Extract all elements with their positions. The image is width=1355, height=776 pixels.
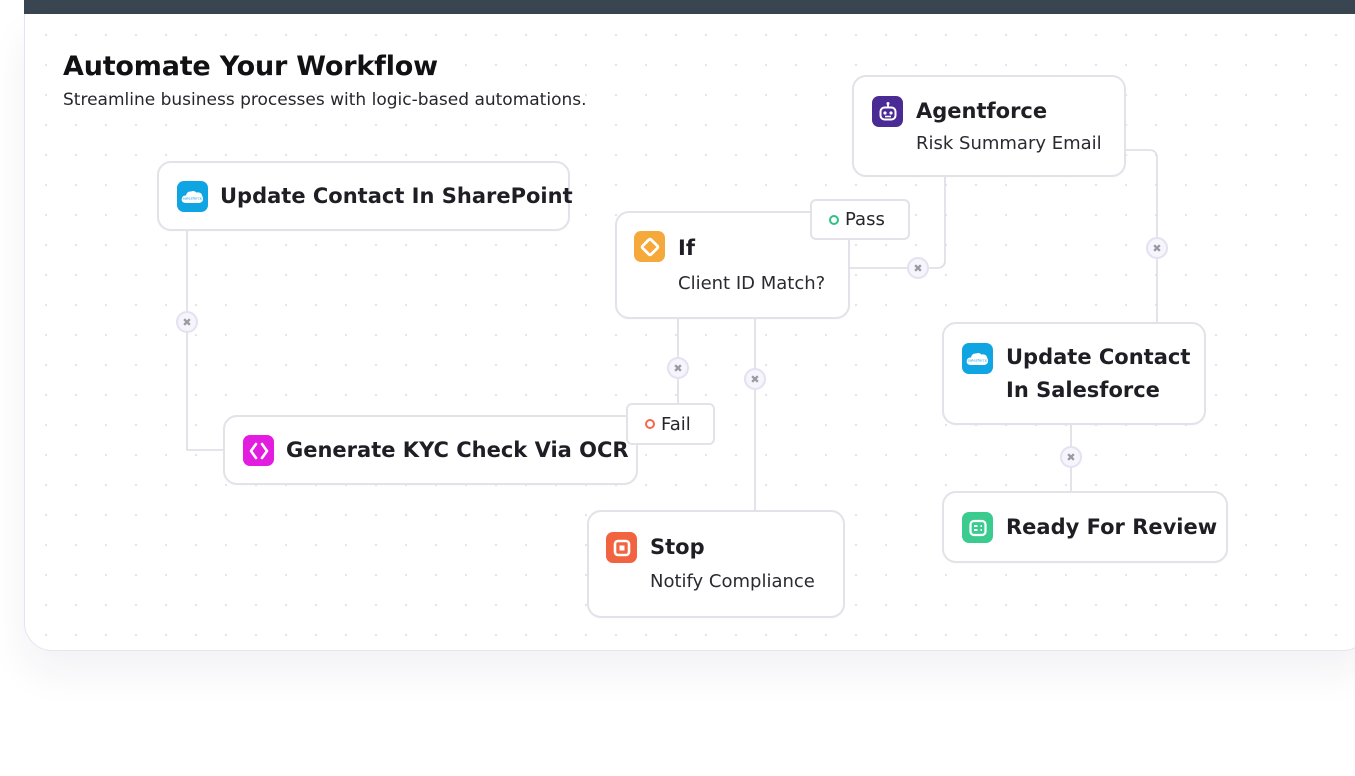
salesforce-cloud-icon: salesforce <box>177 181 208 212</box>
node-generate-kyc[interactable]: Generate KYC Check Via OCR <box>223 415 638 485</box>
connector-if-kyc[interactable]: ✖ <box>667 357 689 379</box>
wire-sharepoint-kyc <box>186 230 223 451</box>
connector-sharepoint-kyc[interactable]: ✖ <box>176 311 198 333</box>
fail-status-icon <box>645 419 655 429</box>
connector-if-agentforce[interactable]: ✖ <box>907 257 929 279</box>
pass-status-icon <box>829 214 839 225</box>
node-title-line-1: Update Contact <box>1006 345 1191 369</box>
fail-label: Fail <box>661 413 691 435</box>
node-title: Generate KYC Check Via OCR <box>286 438 629 462</box>
fail-badge: Fail <box>626 403 715 445</box>
connector-if-stop[interactable]: ✖ <box>744 368 766 390</box>
top-bar <box>24 0 1355 14</box>
node-subtitle: Notify Compliance <box>650 571 815 592</box>
robot-icon <box>872 96 903 127</box>
node-subtitle: Risk Summary Email <box>916 133 1102 154</box>
node-subtitle: Client ID Match? <box>678 273 826 294</box>
node-title: If <box>678 236 695 260</box>
node-update-contact-salesforce[interactable]: salesforce Update Contact In Salesforce <box>942 322 1206 425</box>
pass-label: Pass <box>845 209 885 230</box>
connector-agentforce-salesforce[interactable]: ✖ <box>1146 237 1168 259</box>
close-icon: ✖ <box>182 315 192 329</box>
node-agentforce[interactable]: Agentforce Risk Summary Email <box>852 75 1126 177</box>
close-icon: ✖ <box>673 361 683 375</box>
node-title: Agentforce <box>916 99 1048 123</box>
node-ready-for-review[interactable]: Ready For Review <box>942 491 1228 563</box>
node-title-line-2: In Salesforce <box>1006 378 1160 402</box>
diamond-icon <box>634 231 665 262</box>
stop-icon <box>606 532 637 563</box>
review-icon <box>962 512 993 543</box>
close-icon: ✖ <box>750 372 760 386</box>
pass-badge: Pass <box>810 199 910 240</box>
wire-agentforce-salesforce <box>1124 149 1158 322</box>
node-update-contact-sharepoint[interactable]: salesforce Update Contact In SharePoint <box>157 161 573 231</box>
salesforce-cloud-icon: salesforce <box>962 343 993 374</box>
workflow-canvas: Automate Your Workflow Streamline busine… <box>24 14 1355 651</box>
node-title: Stop <box>650 535 705 559</box>
close-icon: ✖ <box>1066 450 1076 464</box>
node-title: Ready For Review <box>1006 515 1218 539</box>
close-icon: ✖ <box>1152 241 1162 255</box>
close-icon: ✖ <box>913 261 923 275</box>
code-brackets-icon <box>243 435 274 466</box>
salesforce-logo-text: salesforce <box>968 357 988 362</box>
node-stop[interactable]: Stop Notify Compliance <box>587 510 845 618</box>
salesforce-logo-text: salesforce <box>183 195 203 200</box>
connector-salesforce-review[interactable]: ✖ <box>1060 446 1082 468</box>
node-title: Update Contact In SharePoint <box>220 184 573 208</box>
